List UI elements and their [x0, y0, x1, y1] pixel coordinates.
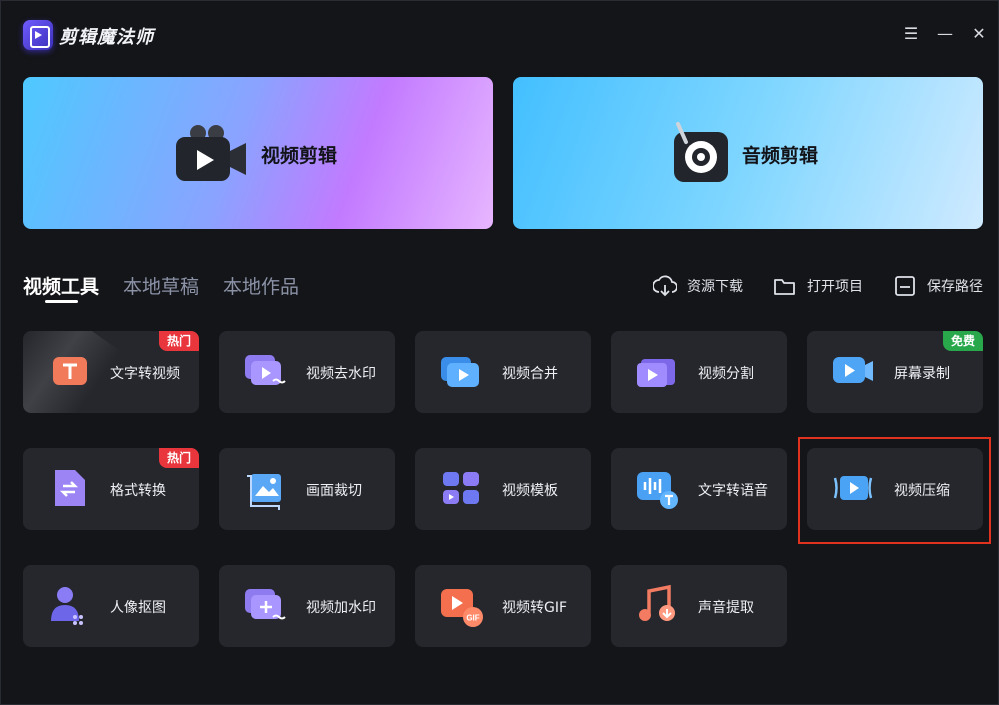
app-logo-icon: [23, 20, 53, 50]
video-edit-label: 视频剪辑: [261, 145, 338, 167]
minimize-button[interactable]: —: [936, 25, 954, 43]
download-label: 资源下载: [687, 279, 743, 295]
save-icon: [895, 276, 915, 296]
tool-card-video-to-gif[interactable]: GIF 视频转GIF: [415, 565, 591, 647]
format-convert-icon: [55, 470, 85, 506]
save-path-label: 保存路径: [927, 279, 983, 295]
menu-button[interactable]: ☰: [902, 25, 920, 43]
tool-label: 视频去水印: [306, 366, 376, 382]
video-split-icon: [637, 359, 675, 387]
add-watermark-icon: [245, 589, 286, 620]
tool-label: 画面裁切: [306, 483, 362, 499]
video-merge-icon: [441, 357, 479, 387]
tool-card-crop[interactable]: 画面裁切: [219, 448, 395, 530]
tool-label: 屏幕录制: [894, 366, 950, 382]
tab-local-drafts[interactable]: 本地草稿: [123, 272, 199, 299]
tab-local-works[interactable]: 本地作品: [223, 272, 299, 299]
app-window: 剪辑魔法师 ☰ — ✕ 视频剪辑 音频剪辑 视频工具 本地草稿 本地作品 资源下…: [0, 0, 999, 705]
tool-label: 格式转换: [110, 483, 166, 499]
crop-icon: [247, 474, 281, 510]
hot-badge: 热门: [158, 448, 199, 468]
tool-card-remove-watermark[interactable]: 视频去水印: [219, 331, 395, 413]
tool-card-screen-record[interactable]: 屏幕录制 免费: [807, 331, 983, 413]
text-to-video-icon: [53, 357, 87, 385]
audio-extract-icon: [639, 584, 675, 621]
video-template-icon: [443, 472, 479, 504]
close-button[interactable]: ✕: [970, 25, 988, 43]
active-tab-underline: [45, 300, 78, 303]
hot-badge: 热门: [158, 331, 199, 351]
tool-card-add-watermark[interactable]: 视频加水印: [219, 565, 395, 647]
download-resources-button[interactable]: 资源下载: [653, 275, 743, 297]
tool-label: 文字转视频: [110, 366, 180, 382]
tool-card-text-to-speech[interactable]: 文字转语音: [611, 448, 787, 530]
selection-highlight-frame: [798, 437, 991, 544]
remove-watermark-icon: [245, 355, 286, 385]
audio-edit-banner[interactable]: 音频剪辑: [513, 77, 983, 229]
tool-label: 视频合并: [502, 366, 558, 382]
screen-record-icon: [833, 357, 873, 383]
open-project-button[interactable]: 打开项目: [773, 275, 863, 297]
text-to-speech-icon: [637, 472, 678, 509]
tool-card-audio-extract[interactable]: 声音提取: [611, 565, 787, 647]
app-title: 剪辑魔法师: [59, 27, 154, 48]
tool-label: 人像抠图: [110, 600, 166, 616]
tool-card-video-template[interactable]: 视频模板: [415, 448, 591, 530]
audio-disc-icon: [674, 122, 728, 182]
tool-label: 文字转语音: [698, 483, 768, 499]
folder-icon: [774, 279, 795, 295]
tab-video-tools[interactable]: 视频工具: [23, 272, 99, 299]
audio-edit-label: 音频剪辑: [742, 145, 819, 167]
title-bar: 剪辑魔法师 ☰ — ✕: [1, 1, 998, 65]
portrait-cutout-icon: [51, 587, 83, 625]
tool-label: 视频加水印: [306, 600, 376, 616]
tool-label: 视频分割: [698, 366, 754, 382]
tool-card-video-split[interactable]: 视频分割: [611, 331, 787, 413]
svg-text:GIF: GIF: [466, 614, 479, 623]
video-camera-icon: [176, 125, 246, 181]
tool-card-portrait-cutout[interactable]: 人像抠图: [23, 565, 199, 647]
save-path-button[interactable]: 保存路径: [893, 275, 983, 297]
video-to-gif-icon: GIF: [441, 589, 483, 627]
download-icon: [653, 275, 677, 297]
tool-card-format-convert[interactable]: 格式转换 热门: [23, 448, 199, 530]
free-badge: 免费: [942, 331, 983, 351]
tool-label: 视频模板: [502, 483, 558, 499]
tool-card-video-merge[interactable]: 视频合并: [415, 331, 591, 413]
tool-label: 声音提取: [698, 600, 754, 616]
open-project-label: 打开项目: [807, 279, 863, 295]
video-edit-banner[interactable]: 视频剪辑: [23, 77, 493, 229]
tool-label: 视频转GIF: [502, 600, 568, 616]
tool-card-text-to-video[interactable]: 文字转视频 热门: [23, 331, 199, 413]
